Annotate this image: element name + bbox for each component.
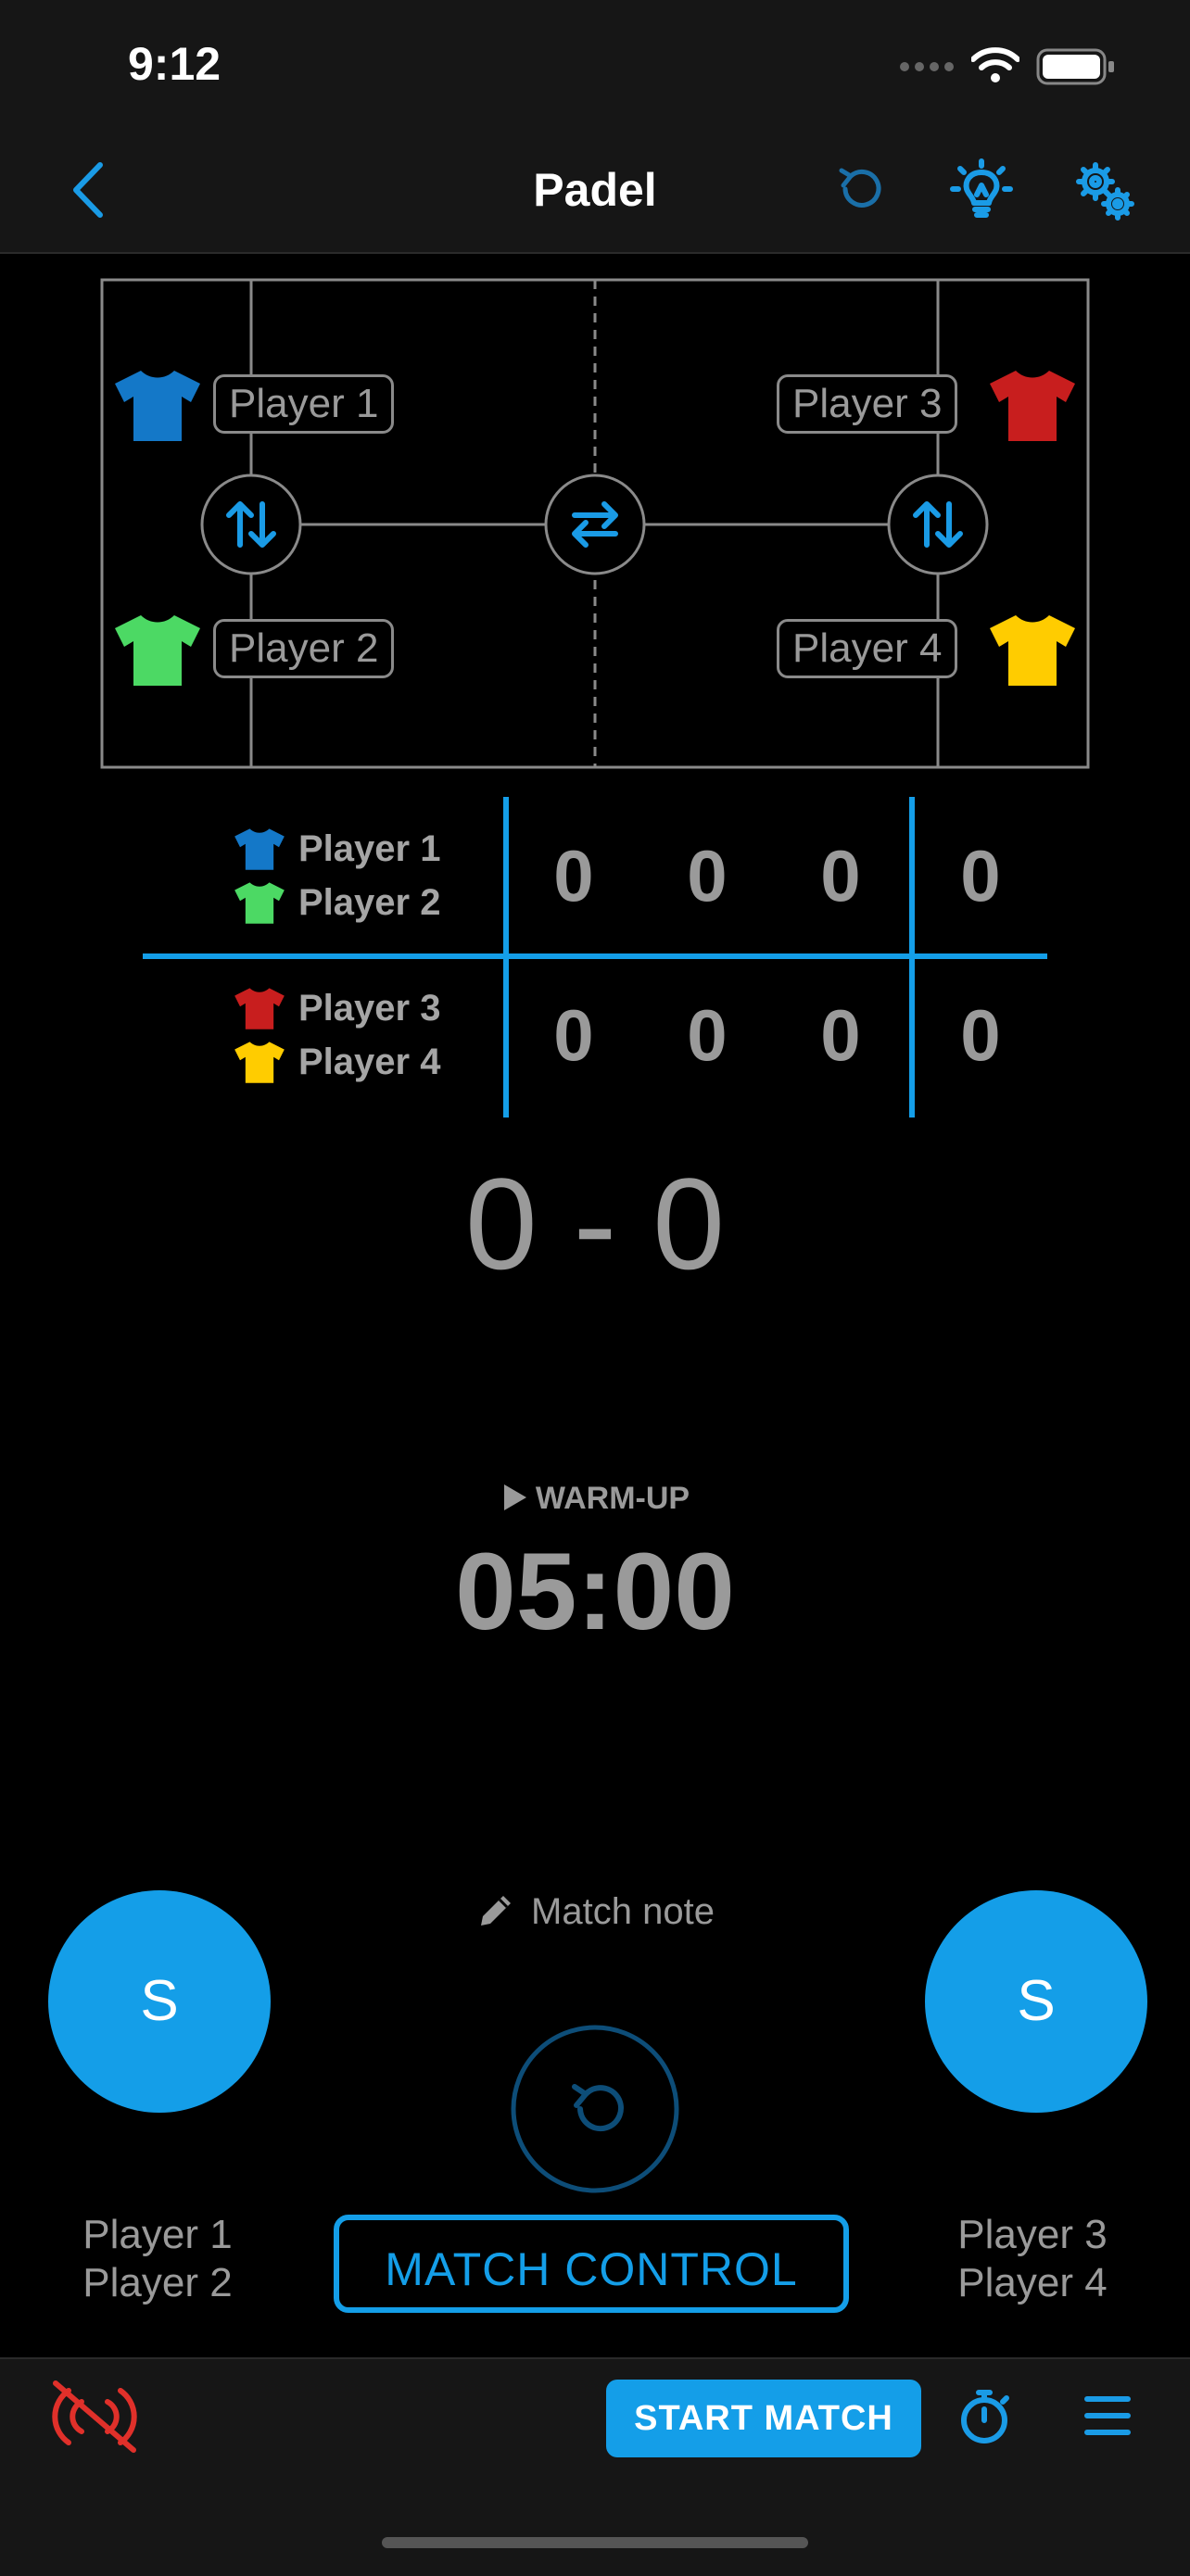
stopwatch-icon[interactable] [958, 2387, 1010, 2446]
team2-player1-name: Player 3 [298, 988, 441, 1029]
player-3-shirt-icon [990, 371, 1075, 441]
team1-set2-score: 0 [687, 835, 728, 916]
left-team-line1: Player 1 [82, 2212, 233, 2257]
team1-set3-score: 0 [820, 835, 861, 916]
match-note-label: Match note [531, 1891, 715, 1932]
left-team-line2: Player 2 [82, 2260, 233, 2305]
team1-player1-shirt-icon [234, 828, 285, 870]
team2-player1-shirt-icon [234, 988, 285, 1029]
team1-set1-score: 0 [553, 835, 594, 916]
player-4-shirt-icon [990, 615, 1075, 686]
timer-label-text: WARM-UP [535, 1481, 690, 1516]
battery-icon [1036, 48, 1114, 85]
swap-sides-button[interactable] [543, 473, 647, 576]
swap-right-players-button[interactable] [886, 473, 990, 576]
padel-court: Player 1 Player 2 Player 3 Player 4 [100, 278, 1090, 769]
team1-player2-name: Player 2 [298, 882, 441, 923]
player-3-label[interactable]: Player 3 [777, 374, 958, 434]
team2-set2-score: 0 [687, 994, 728, 1076]
menu-icon[interactable] [1084, 2394, 1131, 2437]
serve-left-button[interactable]: S [48, 1890, 271, 2113]
match-control-button[interactable]: MATCH CONTROL [334, 2215, 849, 2313]
lightbulb-icon[interactable] [949, 158, 1014, 222]
settings-gears-icon[interactable] [1073, 159, 1138, 224]
undo-icon[interactable] [832, 161, 888, 217]
right-team-line1: Player 3 [957, 2212, 1108, 2257]
play-icon [503, 1484, 526, 1510]
team2-player2-name: Player 4 [298, 1042, 441, 1082]
broadcast-off-icon[interactable] [48, 2378, 141, 2456]
timer-label[interactable]: WARM-UP [0, 1481, 1190, 1517]
player-2-label[interactable]: Player 2 [213, 619, 395, 678]
team2-points: 0 [960, 994, 1001, 1076]
team1-points: 0 [960, 835, 1001, 916]
start-match-button[interactable]: START MATCH [606, 2380, 921, 2457]
timer-value[interactable]: 05:00 [0, 1529, 1190, 1655]
home-indicator [382, 2537, 808, 2548]
undo-point-button[interactable] [510, 2024, 680, 2194]
pencil-icon [481, 1896, 512, 1926]
team2-set1-score: 0 [553, 994, 594, 1076]
games-score: 0 - 0 [464, 1151, 726, 1296]
right-team-line2: Player 4 [957, 2260, 1108, 2305]
player-1-shirt-icon [115, 371, 200, 441]
left-team-label: Player 1 Player 2 [46, 2211, 269, 2307]
team1-player2-shirt-icon [234, 882, 285, 924]
right-team-label: Player 3 Player 4 [921, 2211, 1144, 2307]
swap-left-players-button[interactable] [199, 473, 303, 576]
wifi-icon [971, 47, 1019, 82]
team2-player2-shirt-icon [234, 1042, 285, 1083]
team1-player1-name: Player 1 [298, 828, 441, 869]
serve-right-button[interactable]: S [925, 1890, 1147, 2113]
player-4-label[interactable]: Player 4 [777, 619, 958, 678]
player-1-label[interactable]: Player 1 [213, 374, 395, 434]
cellular-signal-icon [900, 62, 954, 71]
player-2-shirt-icon [115, 615, 200, 686]
status-time: 9:12 [128, 38, 222, 90]
team2-set3-score: 0 [820, 994, 861, 1076]
